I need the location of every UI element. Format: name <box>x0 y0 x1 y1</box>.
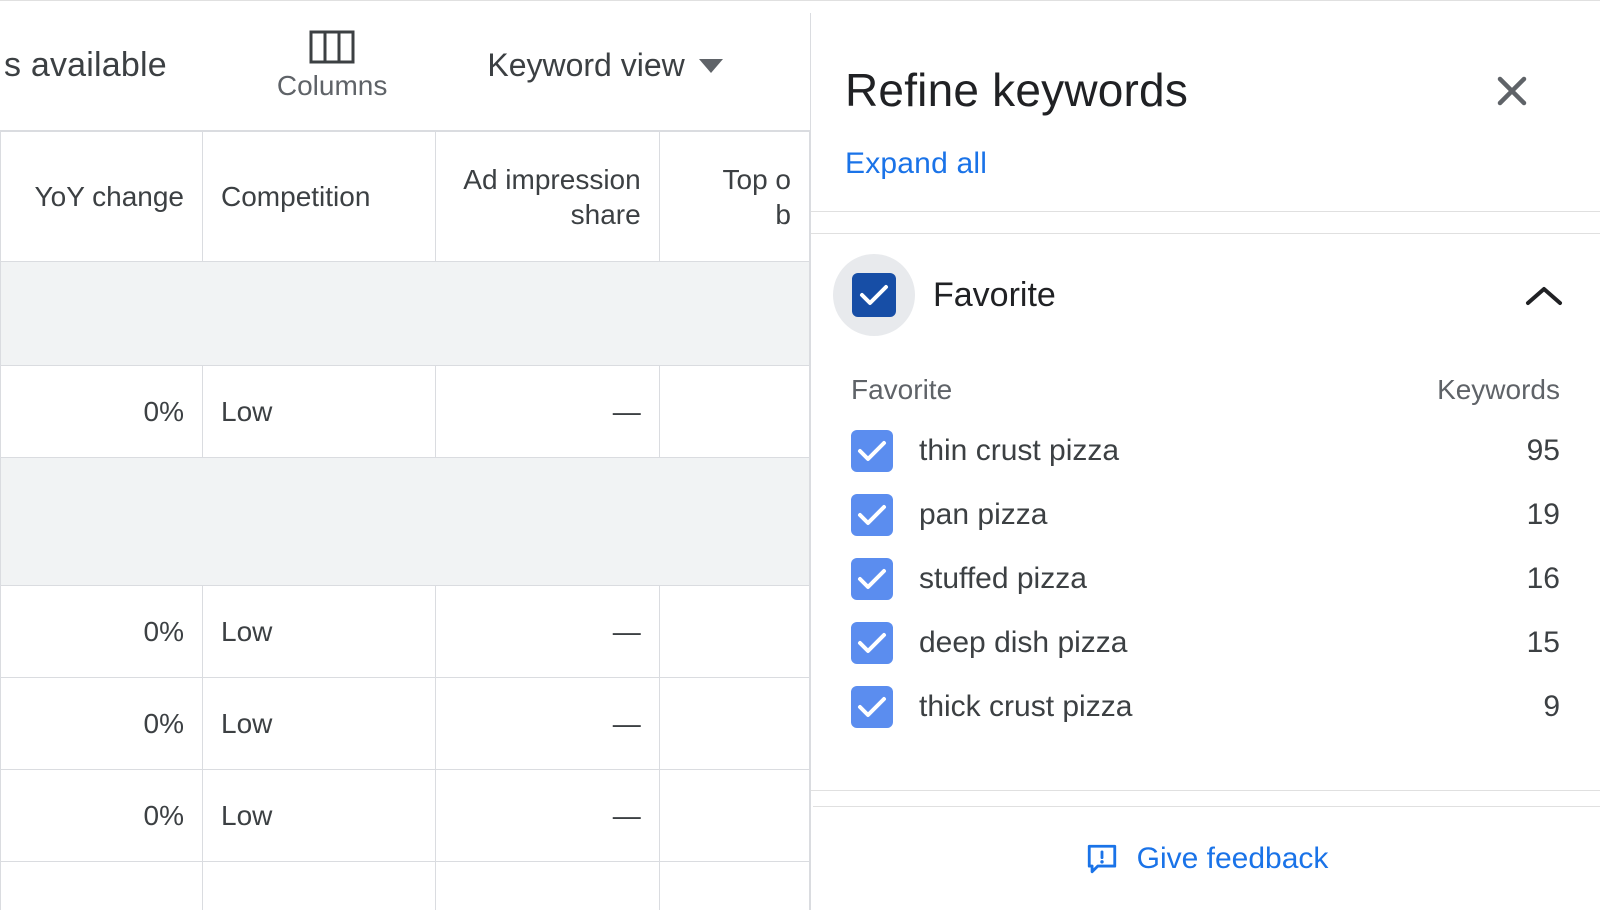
panel-title: Refine keywords <box>845 63 1188 117</box>
refine-keywords-panel: Refine keywords Expand all flour, bread,… <box>810 13 1600 910</box>
table-group-row <box>1 458 810 586</box>
item-checkbox[interactable] <box>851 430 893 472</box>
chevron-up-icon <box>1524 283 1564 307</box>
group-title: Favorite <box>933 276 1524 315</box>
check-icon <box>857 631 887 655</box>
refine-item[interactable]: deep dish pizza 15 <box>845 622 1566 664</box>
item-count: 95 <box>1506 434 1566 468</box>
panel-header: Refine keywords <box>811 13 1600 135</box>
columns-icon <box>309 30 355 64</box>
item-count: 9 <box>1506 690 1566 724</box>
table-group-row <box>1 262 810 366</box>
refine-item[interactable]: thick crust pizza 9 <box>845 686 1566 728</box>
cell-competition: Low <box>203 366 436 458</box>
item-label: thin crust pizza <box>919 434 1480 468</box>
item-count: 19 <box>1506 498 1566 532</box>
table-toolbar: s available Columns Keyword view <box>0 1 810 131</box>
table-row[interactable]: 0% Low — <box>1 586 810 678</box>
item-label: pan pizza <box>919 498 1480 532</box>
cell-top <box>659 770 809 862</box>
keyword-view-dropdown[interactable]: Keyword view <box>487 47 722 84</box>
refine-item[interactable]: stuffed pizza 16 <box>845 558 1566 600</box>
table-row[interactable]: 0% Low — <box>1 366 810 458</box>
columns-label: Columns <box>277 70 387 102</box>
previous-group-peek: flour, bread, cheese, baking powder, yog… <box>811 211 1600 233</box>
subhead-right: Keywords <box>1437 374 1560 406</box>
col-header-share[interactable]: Ad impression share <box>436 132 659 262</box>
item-checkbox[interactable] <box>851 494 893 536</box>
cell-yoy: 0% <box>1 586 203 678</box>
cell-share: — <box>436 678 659 770</box>
table-row[interactable]: 0% Low — <box>1 878 810 910</box>
cell-competition: Low <box>203 770 436 862</box>
cell-competition: Low <box>203 878 436 910</box>
item-count: 16 <box>1506 562 1566 596</box>
group-checkbox[interactable] <box>852 273 896 317</box>
feedback-icon <box>1085 842 1119 876</box>
item-label: deep dish pizza <box>919 626 1480 660</box>
cell-top <box>659 366 809 458</box>
cell-yoy: 0% <box>1 678 203 770</box>
table-row[interactable]: 0% Low — <box>1 678 810 770</box>
keywords-table: YoY change Competition Ad impression sha… <box>0 131 810 910</box>
item-checkbox[interactable] <box>851 686 893 728</box>
col-header-competition[interactable]: Competition <box>203 132 436 262</box>
refine-items-list: thin crust pizza 95 pan pizza 19 stuffed… <box>845 420 1566 728</box>
close-button[interactable] <box>1494 63 1530 109</box>
cell-yoy: 0% <box>1 770 203 862</box>
table-row[interactable]: 0% Low — <box>1 770 810 862</box>
cell-top <box>659 878 809 910</box>
check-icon <box>857 695 887 719</box>
check-icon <box>859 283 889 307</box>
cell-competition: Low <box>203 586 436 678</box>
refine-item[interactable]: thin crust pizza 95 <box>845 430 1566 472</box>
chevron-down-icon <box>699 59 723 73</box>
col-header-top-bid[interactable]: Top ob <box>659 132 809 262</box>
available-label: s available <box>0 46 167 85</box>
give-feedback-button[interactable]: Give feedback <box>813 806 1600 910</box>
item-checkbox[interactable] <box>851 622 893 664</box>
table-body: 0% Low — 0% Low — 0% Low — <box>1 262 810 910</box>
cell-yoy: 0% <box>1 366 203 458</box>
expand-all-link[interactable]: Expand all <box>811 135 1600 211</box>
cell-top <box>659 586 809 678</box>
group-header-toggle[interactable]: Favorite <box>845 256 1566 334</box>
cell-share: — <box>436 770 659 862</box>
item-checkbox[interactable] <box>851 558 893 600</box>
col-header-yoy[interactable]: YoY change <box>1 132 203 262</box>
group-subheader: Favorite Keywords <box>845 334 1566 420</box>
item-label: stuffed pizza <box>919 562 1480 596</box>
cell-competition: Low <box>203 678 436 770</box>
item-label: thick crust pizza <box>919 690 1480 724</box>
check-icon <box>857 503 887 527</box>
subhead-left: Favorite <box>851 374 952 406</box>
check-icon <box>857 439 887 463</box>
refine-group-favorite: Favorite Favorite Keywords thin crust pi… <box>811 233 1600 762</box>
check-icon <box>857 567 887 591</box>
table-header-row: YoY change Competition Ad impression sha… <box>1 132 810 262</box>
refine-item[interactable]: pan pizza 19 <box>845 494 1566 536</box>
cell-top <box>659 678 809 770</box>
cell-share: — <box>436 366 659 458</box>
group-checkbox-ring <box>833 254 915 336</box>
cell-share: — <box>436 586 659 678</box>
cell-share: — <box>436 878 659 910</box>
close-icon <box>1494 73 1530 109</box>
feedback-label: Give feedback <box>1137 842 1329 876</box>
columns-button[interactable]: Columns <box>277 30 387 102</box>
panel-divider <box>811 790 1600 791</box>
app-root: s available Columns Keyword view YoY cha… <box>0 0 1600 910</box>
item-count: 15 <box>1506 626 1566 660</box>
collapse-toggle[interactable] <box>1524 283 1566 307</box>
view-label: Keyword view <box>487 47 684 84</box>
cell-yoy: 0% <box>1 878 203 910</box>
